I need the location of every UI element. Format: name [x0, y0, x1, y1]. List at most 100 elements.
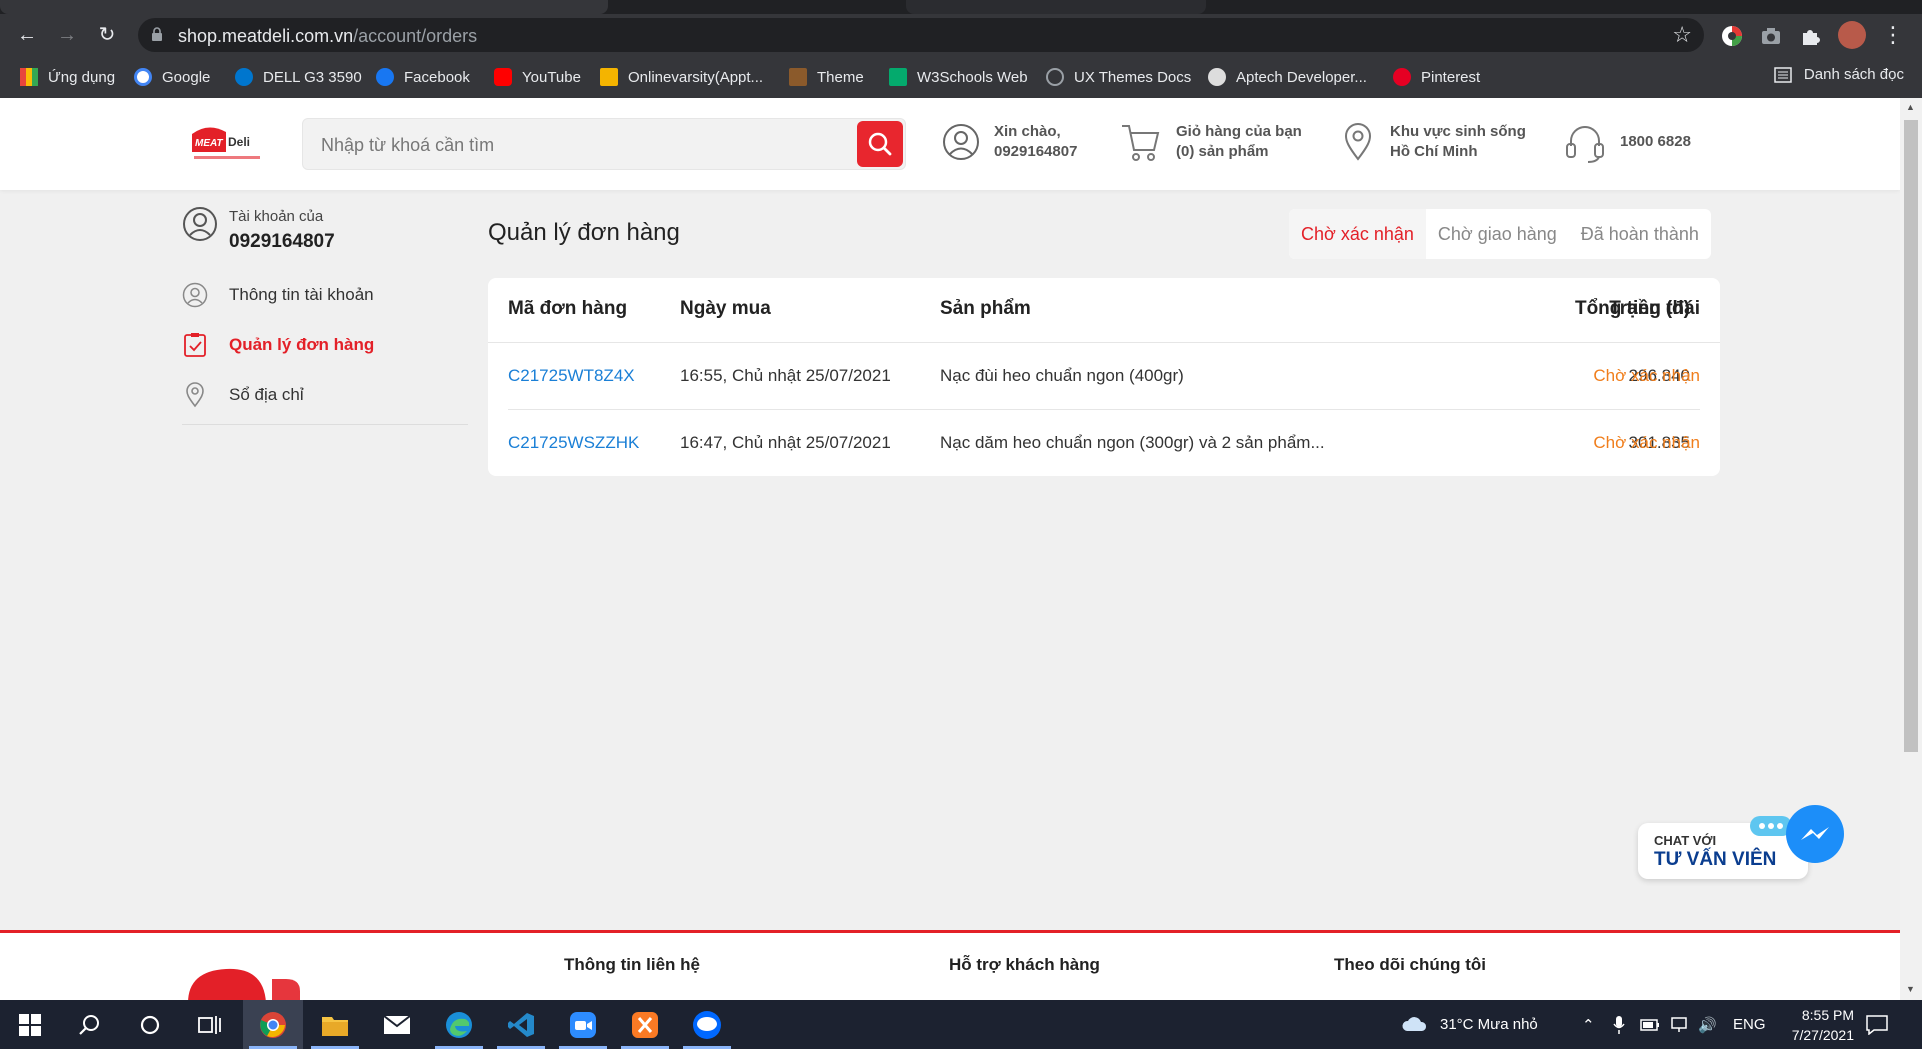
account-label: Tài khoản của — [229, 208, 324, 225]
microphone-icon[interactable] — [1612, 1000, 1626, 1049]
hotline[interactable]: 1800 6828 — [1564, 122, 1691, 164]
scroll-down-arrow-icon[interactable]: ▼ — [1906, 984, 1915, 994]
browser-tab-active[interactable] — [0, 0, 608, 14]
onlinevarsity-icon — [600, 68, 618, 86]
reload-icon[interactable]: ↻ — [94, 22, 120, 48]
xampp-icon[interactable] — [615, 1000, 675, 1049]
search-button[interactable] — [857, 121, 903, 167]
notification-center-icon[interactable] — [1866, 1000, 1888, 1049]
edge-icon[interactable] — [429, 1000, 489, 1049]
column-header-purchase-date: Ngày mua — [680, 298, 771, 319]
facebook-icon — [376, 68, 394, 86]
bookmark-google[interactable]: Google — [134, 66, 210, 88]
region-title: Khu vực sinh sống — [1390, 123, 1526, 140]
url-bar[interactable]: shop.meatdeli.com.vn/account/orders ☆ — [138, 18, 1704, 52]
cortana-icon[interactable] — [120, 1000, 180, 1049]
tab-completed[interactable]: Đã hoàn thành — [1569, 209, 1711, 259]
zoom-icon[interactable] — [553, 1000, 613, 1049]
svg-text:Deli: Deli — [228, 135, 250, 149]
windows-start-icon[interactable] — [0, 1000, 60, 1049]
bookmark-dell[interactable]: DELL G3 3590 — [235, 66, 362, 88]
forward-icon[interactable]: → — [54, 22, 80, 48]
zalo-icon[interactable] — [677, 1000, 737, 1049]
back-icon[interactable]: ← — [14, 22, 40, 48]
tab-pending-confirmation[interactable]: Chờ xác nhận — [1289, 209, 1426, 259]
messenger-icon — [1786, 805, 1844, 863]
show-hidden-icons[interactable]: ⌃ — [1582, 1000, 1595, 1049]
footer-logo — [188, 968, 300, 1003]
scroll-up-arrow-icon[interactable]: ▲ — [1906, 102, 1915, 112]
vscode-icon[interactable] — [491, 1000, 551, 1049]
file-explorer-icon[interactable] — [305, 1000, 365, 1049]
meatdeli-logo[interactable]: MEAT Deli — [188, 124, 268, 166]
order-status: Chờ xác nhận — [1593, 366, 1700, 385]
footer-follow-heading: Theo dõi chúng tôi — [1334, 955, 1487, 974]
bookmark-apps[interactable]: Ứng dụng — [20, 66, 115, 88]
bookmark-facebook[interactable]: Facebook — [376, 66, 470, 88]
column-header-product: Sản phẩm — [940, 298, 1031, 319]
user-circle-icon — [943, 124, 979, 160]
extension-color-icon[interactable] — [1721, 25, 1743, 47]
account-avatar-icon — [183, 207, 217, 241]
sidebar-item-account-info[interactable]: Thông tin tài khoản — [182, 282, 374, 308]
region-selector[interactable]: Khu vực sinh sống Hồ Chí Minh — [1340, 122, 1526, 162]
language-indicator[interactable]: ENG — [1733, 1000, 1766, 1049]
mail-icon[interactable] — [367, 1000, 427, 1049]
location-pin-icon — [1344, 123, 1372, 161]
user-icon — [182, 282, 208, 308]
lock-icon — [152, 27, 162, 41]
bookmark-youtube[interactable]: YouTube — [494, 66, 581, 88]
sidebar-item-orders[interactable]: Quản lý đơn hàng — [182, 332, 374, 358]
order-product: Nạc đùi heo chuẩn ngon (400gr) — [940, 366, 1184, 385]
volume-icon[interactable]: 🔊 — [1698, 1000, 1717, 1049]
browser-menu-icon[interactable]: ⋮ — [1880, 22, 1906, 48]
clock-time: 8:55 PM — [1801, 1007, 1854, 1023]
order-code-link[interactable]: C21725WSZZHK — [508, 433, 639, 453]
page-scrollbar[interactable]: ▲ ▼ — [1900, 98, 1922, 1000]
bookmark-w3schools[interactable]: W3Schools Web — [889, 66, 1028, 88]
chat-consultant-widget[interactable]: CHAT VỚI TƯ VẤN VIÊN — [1638, 805, 1844, 881]
site-footer: Thông tin liên hệ Hỗ trợ khách hàng Theo… — [0, 930, 1900, 1003]
scrollbar-thumb[interactable] — [1904, 120, 1918, 752]
order-code-link[interactable]: C21725WT8Z4X — [508, 366, 635, 386]
cart-button[interactable]: Giỏ hàng của bạn (0) sản phẩm — [1120, 122, 1302, 162]
network-icon[interactable] — [1670, 1000, 1690, 1049]
browser-tab[interactable] — [906, 0, 1206, 14]
cart-title: Giỏ hàng của bạn — [1176, 123, 1302, 140]
bookmark-ux-themes[interactable]: UX Themes Docs — [1046, 66, 1191, 88]
dell-icon — [235, 68, 253, 86]
youtube-icon — [494, 68, 512, 86]
apps-grid-icon — [20, 68, 38, 86]
extensions-puzzle-icon[interactable] — [1799, 25, 1821, 47]
google-icon — [134, 68, 152, 86]
search-box — [302, 118, 906, 170]
chevron-up-icon: ⌃ — [1582, 1016, 1595, 1034]
bookmark-theme[interactable]: Theme — [789, 66, 864, 88]
battery-icon[interactable] — [1640, 1000, 1660, 1049]
account-greeting[interactable]: Xin chào, 0929164807 — [942, 122, 1077, 162]
account-phone: 0929164807 — [229, 231, 335, 252]
w3schools-icon — [889, 68, 907, 86]
svg-text:MEAT: MEAT — [195, 138, 223, 149]
search-icon[interactable] — [60, 1000, 120, 1049]
system-clock[interactable]: 8:55 PM 7/27/2021 — [1792, 1005, 1854, 1045]
bookmark-star-icon[interactable]: ☆ — [1672, 22, 1692, 48]
bookmark-aptech[interactable]: Aptech Developer... — [1208, 66, 1367, 88]
camera-icon[interactable] — [1760, 25, 1782, 47]
search-icon — [868, 132, 892, 156]
weather-text: 31°C Mưa nhỏ — [1440, 1016, 1538, 1033]
page-title: Quản lý đơn hàng — [488, 219, 680, 246]
chrome-taskbar-icon[interactable] — [243, 1000, 303, 1049]
theme-icon — [789, 68, 807, 86]
bookmark-pinterest[interactable]: Pinterest — [1393, 66, 1480, 88]
aptech-icon — [1208, 68, 1226, 86]
reading-list-button[interactable]: Danh sách đọc — [1774, 66, 1904, 83]
weather-widget[interactable]: 31°C Mưa nhỏ — [1400, 1000, 1538, 1049]
task-view-icon[interactable] — [180, 1000, 240, 1049]
bookmark-onlinevarsity[interactable]: Onlinevarsity(Appt... — [600, 66, 763, 88]
location-pin-icon — [186, 382, 204, 408]
search-input[interactable] — [319, 131, 843, 159]
tab-awaiting-delivery[interactable]: Chờ giao hàng — [1426, 209, 1569, 259]
profile-avatar[interactable] — [1838, 21, 1866, 49]
sidebar-item-address-book[interactable]: Sổ địa chỉ — [182, 382, 304, 408]
